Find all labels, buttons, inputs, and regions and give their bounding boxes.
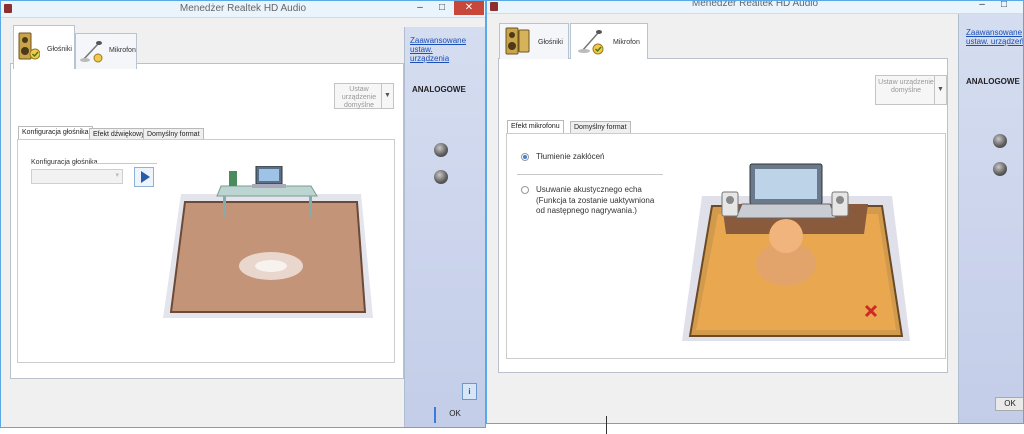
right-rear-jack[interactable]	[993, 162, 1007, 176]
info-button[interactable]: i	[462, 383, 477, 400]
left-minimize-button[interactable]: –	[409, 1, 431, 15]
noise-suppression-radio[interactable]	[521, 153, 529, 161]
left-close-button[interactable]: ✕	[454, 1, 484, 15]
noise-suppression-label[interactable]: Tłumienie zakłóceń	[536, 152, 604, 162]
right-front-jack[interactable]	[993, 134, 1007, 148]
speaker-room-illustration	[163, 166, 373, 318]
bottom-divider	[606, 416, 607, 434]
right-tab-speakers[interactable]: Głośniki	[499, 23, 569, 59]
right-maximize-button[interactable]: □	[993, 1, 1015, 12]
right-tab-microphone-label: Mikrofon	[613, 39, 640, 46]
info-icon: i	[468, 387, 471, 396]
microphone-icon	[578, 30, 604, 55]
left-advanced-settings-link[interactable]: Zaawansowane ustaw. urządzenia	[410, 36, 472, 63]
left-ok-button[interactable]: OK	[434, 407, 474, 423]
echo-cancel-note: (Funkcja ta zostanie uaktywniona od nast…	[536, 196, 655, 215]
right-tab-speakers-label: Głośniki	[538, 39, 563, 46]
chevron-down-icon[interactable]: ▼	[934, 76, 946, 104]
chevron-down-icon[interactable]: ▼	[381, 84, 393, 108]
left-tab-microphone[interactable]: Mikrofon	[75, 33, 137, 69]
left-tab-speakers[interactable]: Głośniki	[13, 25, 75, 69]
chevron-down-icon: ▾	[115, 172, 119, 179]
right-window-title: Menedżer Realtek HD Audio	[691, 0, 819, 9]
left-set-default-device-label: Ustaw urządzenie domyślne	[341, 86, 377, 109]
play-test-button[interactable]	[134, 167, 154, 187]
right-set-default-device-button[interactable]: Ustaw urządzenie domyślne ▼	[875, 75, 947, 105]
right-subtab-default-format[interactable]: Domyślny format	[570, 121, 631, 133]
microphone-icon	[80, 41, 103, 63]
right-tab-microphone[interactable]: Mikrofon	[570, 23, 648, 59]
right-ok-button[interactable]: OK	[995, 397, 1023, 411]
speaker-icon	[18, 32, 40, 60]
right-advanced-settings-link[interactable]: Zaawansowane ustaw. urządzeń	[966, 28, 1023, 46]
left-realtek-window: Menedżer Realtek HD Audio – □ ✕ Głośniki…	[0, 0, 486, 428]
right-set-default-device-label: Ustaw urządzenie domyślne	[878, 79, 934, 94]
speaker-config-dropdown[interactable]: ▾	[31, 169, 123, 184]
left-tab-speakers-label: Głośniki	[47, 46, 72, 53]
right-analog-label: ANALOGOWE	[966, 77, 1020, 86]
right-realtek-window: Menedżer Realtek HD Audio – □ Głośniki M…	[486, 0, 1024, 424]
right-device-pane	[958, 14, 1023, 423]
speaker-config-label: Konfiguracja głośnika	[31, 159, 98, 166]
left-set-default-device-button[interactable]: Ustaw urządzenie domyślne ▼	[334, 83, 394, 109]
left-title-bar[interactable]: Menedżer Realtek HD Audio – □ ✕	[1, 1, 485, 18]
left-rear-jack[interactable]	[434, 170, 448, 184]
left-tab-microphone-label: Mikrofon	[109, 47, 136, 54]
speaker-config-separator	[93, 163, 157, 164]
right-title-bar[interactable]: Menedżer Realtek HD Audio – □	[487, 1, 1023, 14]
play-icon	[141, 171, 150, 183]
left-analog-label: ANALOGOWE	[412, 85, 466, 94]
options-separator	[517, 174, 663, 175]
speaker-icon	[505, 27, 530, 55]
left-subtab-speaker-config[interactable]: Konfiguracja głośnika	[18, 126, 93, 140]
microphone-room-illustration	[682, 163, 910, 341]
right-subtab-mic-effect[interactable]: Efekt mikrofonu	[507, 120, 564, 134]
right-minimize-button[interactable]: –	[971, 1, 993, 12]
left-maximize-button[interactable]: □	[431, 1, 453, 15]
left-front-jack[interactable]	[434, 143, 448, 157]
echo-cancel-label[interactable]: Usuwanie akustycznego echa	[536, 185, 642, 195]
echo-cancel-radio[interactable]	[521, 186, 529, 194]
